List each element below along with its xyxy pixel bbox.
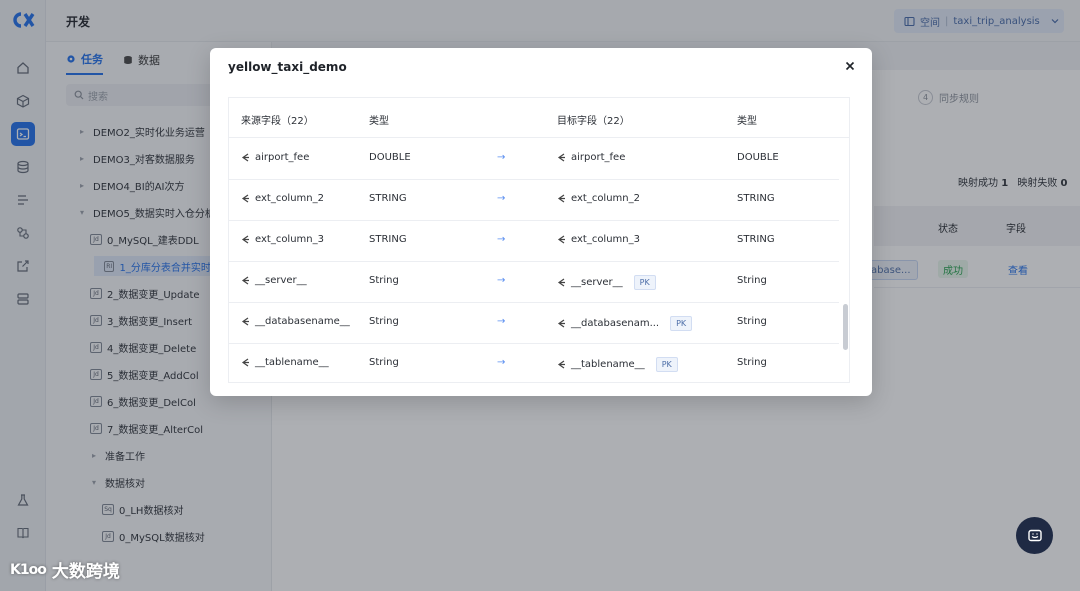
pk-badge: PK xyxy=(670,316,693,331)
field-icon xyxy=(557,360,565,369)
pk-badge: PK xyxy=(633,275,656,290)
field-icon xyxy=(557,153,565,162)
source-type-header: 类型 xyxy=(369,116,389,127)
arrow-right-icon: → xyxy=(497,275,506,286)
field-icon xyxy=(241,358,249,367)
arrow-right-icon: → xyxy=(497,357,506,368)
table-row: ext_column_3 STRING → ext_column_3 STRIN… xyxy=(229,221,839,262)
field-icon xyxy=(241,235,249,244)
field-icon xyxy=(241,194,249,203)
arrow-right-icon: → xyxy=(497,152,506,163)
close-icon[interactable] xyxy=(842,58,858,74)
assistant-button[interactable] xyxy=(1016,517,1053,554)
table-row: __databasename__ String → __databasenam.… xyxy=(229,303,839,344)
field-mapping-table: 来源字段（22） 类型 目标字段（22） 类型 airport_fee DOUB… xyxy=(228,97,850,383)
arrow-right-icon: → xyxy=(497,316,506,327)
target-fields-header: 目标字段（22） xyxy=(557,116,630,127)
chat-icon xyxy=(1027,529,1042,541)
field-icon xyxy=(557,235,565,244)
field-icon xyxy=(241,317,249,326)
field-icon xyxy=(557,194,565,203)
watermark-text: 大数跨境 xyxy=(51,562,120,582)
field-icon xyxy=(557,319,565,328)
field-icon xyxy=(557,278,565,287)
table-row: __tablename__ String → __tablename__ PK S… xyxy=(229,344,839,382)
arrow-right-icon: → xyxy=(497,193,506,204)
table-header: 来源字段（22） 类型 目标字段（22） 类型 xyxy=(229,98,849,138)
table-row: ext_column_2 STRING → ext_column_2 STRIN… xyxy=(229,180,839,221)
source-fields-header: 来源字段（22） xyxy=(241,116,314,127)
pk-badge: PK xyxy=(655,357,678,372)
watermark-logo: K1oo xyxy=(10,561,47,578)
field-icon xyxy=(241,276,249,285)
arrow-right-icon: → xyxy=(497,234,506,245)
table-row: airport_fee DOUBLE → airport_fee DOUBLE xyxy=(229,139,839,180)
watermark: K1oo 大数跨境 xyxy=(10,557,120,583)
modal-title: yellow_taxi_demo xyxy=(228,60,347,74)
field-icon xyxy=(241,153,249,162)
table-row: __server__ String → __server__ PK String xyxy=(229,262,839,303)
table-scrollbar[interactable] xyxy=(843,304,848,350)
target-type-header: 类型 xyxy=(737,116,757,127)
field-mapping-modal: yellow_taxi_demo 来源字段（22） 类型 目标字段（22） 类型… xyxy=(210,48,872,396)
